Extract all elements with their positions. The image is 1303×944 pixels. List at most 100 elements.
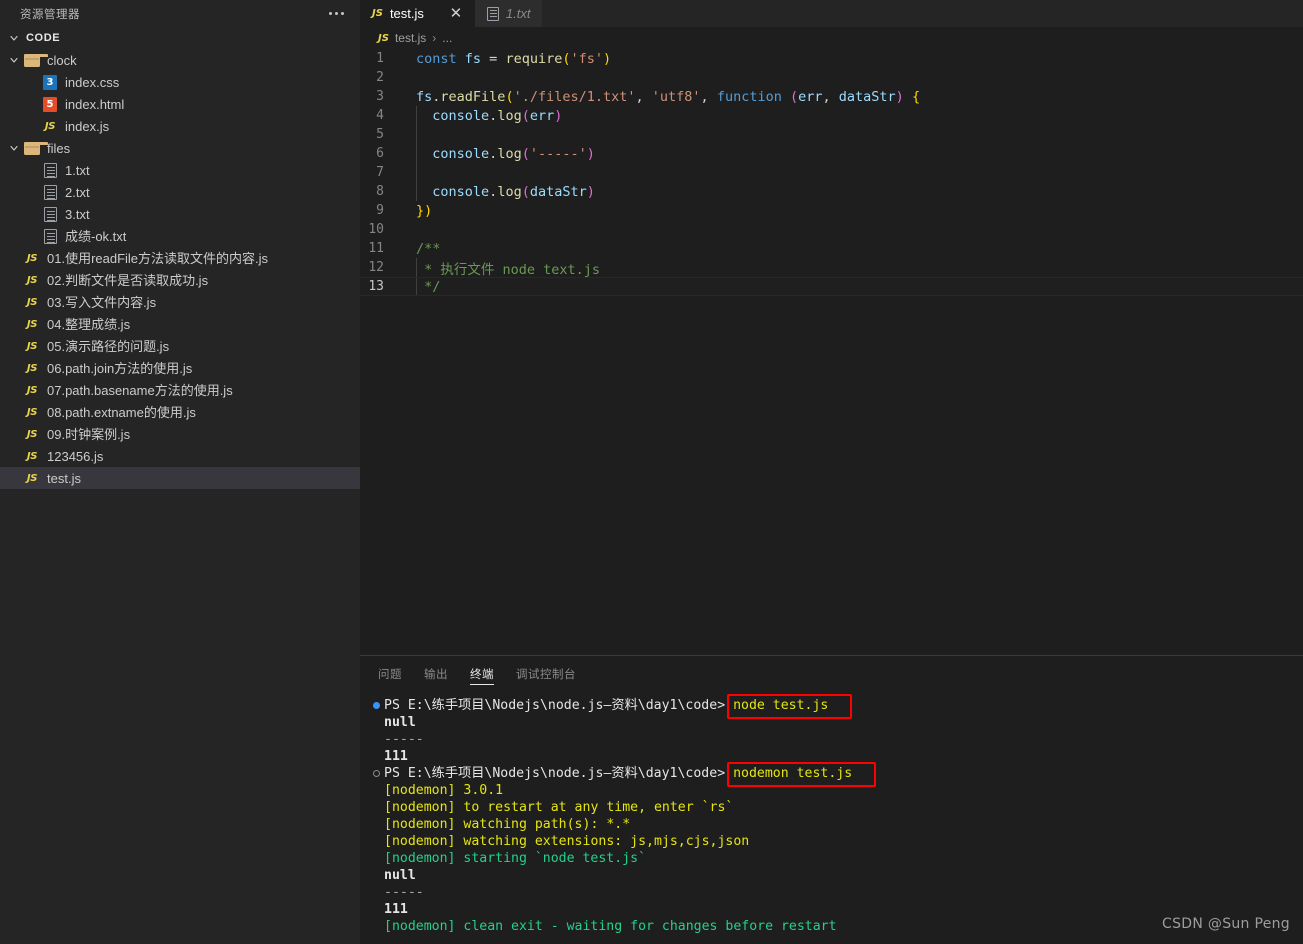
code-line[interactable]: 6 console.log('-----'): [360, 144, 1303, 163]
code-editor[interactable]: 1 const fs = require('fs') 2 3 fs.readFile('…: [360, 49, 1303, 655]
terminal-line-content: 111: [384, 748, 408, 765]
file-icon-slot: JS: [22, 429, 42, 440]
editor-tab[interactable]: JS test.js ✕: [360, 0, 475, 27]
file-tree-item[interactable]: JS 123456.js: [0, 445, 360, 467]
panel-tab[interactable]: 输出: [424, 656, 448, 691]
chevron-right-icon: ›: [432, 31, 437, 45]
code-line[interactable]: 11 /**: [360, 239, 1303, 258]
file-tree-item[interactable]: JS index.js: [0, 115, 360, 137]
file-icon-slot: JS: [40, 121, 60, 132]
terminal-text: -----: [384, 885, 424, 900]
editor-tab[interactable]: 1.txt: [474, 0, 543, 27]
code-token: (: [521, 145, 530, 162]
terminal-line-marker: [368, 702, 384, 709]
file-tree-item-label: 3.txt: [65, 206, 90, 222]
code-line[interactable]: 4 console.log(err): [360, 106, 1303, 125]
terminal-text: to restart at any time, enter `rs`: [463, 800, 734, 815]
code-token: './files/1.txt': [513, 88, 636, 105]
js-file-icon: JS: [378, 32, 389, 44]
terminal-command-name: node test.js: [733, 698, 829, 713]
terminal-line-content: [nodemon] watching extensions: js,mjs,cj…: [384, 833, 749, 850]
explorer-root-folder[interactable]: CODE: [0, 27, 360, 49]
file-tree-item[interactable]: 2.txt: [0, 181, 360, 203]
file-tree-item[interactable]: 成绩-ok.txt: [0, 225, 360, 247]
code-token: const: [416, 50, 465, 67]
html-file-icon: 5: [43, 96, 57, 112]
code-token: log: [497, 107, 522, 124]
file-tree-item[interactable]: JS 06.path.join方法的使用.js: [0, 357, 360, 379]
file-tree-item[interactable]: files: [0, 137, 360, 159]
terminal-line-content: [nodemon] clean exit - waiting for chang…: [384, 918, 837, 935]
command-success-dot-icon: [372, 702, 380, 709]
code-line[interactable]: 7: [360, 163, 1303, 182]
code-line[interactable]: 13 */: [360, 277, 1303, 296]
code-token: */: [416, 278, 441, 295]
file-tree-item[interactable]: JS 07.path.basename方法的使用.js: [0, 379, 360, 401]
close-icon[interactable]: ✕: [449, 6, 463, 21]
terminal-line-content: 111: [384, 901, 408, 918]
panel-tab[interactable]: 调试控制台: [516, 656, 576, 691]
explorer-title: 资源管理器: [20, 6, 80, 21]
chevron-down-icon: [6, 30, 22, 46]
breadcrumb-file[interactable]: test.js: [395, 31, 426, 45]
code-line[interactable]: 9}): [360, 201, 1303, 220]
code-token: require: [505, 50, 563, 67]
file-tree-item-label: files: [47, 140, 71, 156]
js-file-icon: JS: [26, 340, 38, 352]
panel-tab[interactable]: 终端: [470, 656, 494, 691]
chevron-down-icon[interactable]: [6, 52, 22, 68]
file-icon-slot: JS: [22, 473, 42, 484]
chevron-down-icon[interactable]: [6, 140, 22, 156]
file-tree-item[interactable]: JS 04.整理成绩.js: [0, 313, 360, 335]
file-icon-slot: JS: [22, 319, 42, 330]
code-line[interactable]: 12 * 执行文件 node text.js: [360, 258, 1303, 278]
terminal-text: null: [384, 868, 416, 883]
terminal-line-content: [nodemon] 3.0.1: [384, 782, 503, 799]
terminal-line: null: [360, 714, 1303, 731]
css-file-icon: 3: [43, 74, 57, 90]
file-tree-item[interactable]: 5 index.html: [0, 93, 360, 115]
file-tree-item[interactable]: JS test.js: [0, 467, 360, 489]
code-line[interactable]: 8 console.log(dataStr): [360, 182, 1303, 201]
text-file-icon: [43, 184, 57, 200]
file-tree-item[interactable]: 1.txt: [0, 159, 360, 181]
code-line[interactable]: 10: [360, 220, 1303, 239]
file-tree-item[interactable]: 3.txt: [0, 203, 360, 225]
code-token: ): [586, 183, 595, 200]
code-line[interactable]: 3 fs.readFile('./files/1.txt', 'utf8', fu…: [360, 87, 1303, 106]
file-tree-item[interactable]: JS 09.时钟案例.js: [0, 423, 360, 445]
file-tree-item[interactable]: clock: [0, 49, 360, 71]
breadcrumb-rest[interactable]: ...: [442, 31, 452, 45]
terminal-line: [nodemon] to restart at any time, enter …: [360, 799, 1303, 816]
file-tree-item-label: index.js: [65, 118, 110, 134]
terminal-line: 111: [360, 748, 1303, 765]
code-line[interactable]: 2: [360, 68, 1303, 87]
file-tree-item[interactable]: JS 02.判断文件是否读取成功.js: [0, 269, 360, 291]
file-tree-item[interactable]: JS 01.使用readFile方法读取文件的内容.js: [0, 247, 360, 269]
explorer-header: 资源管理器: [0, 0, 360, 27]
js-file-icon: JS: [26, 406, 38, 418]
terminal-line: PS E:\练手项目\Nodejs\node.js—资料\day1\code> …: [360, 765, 1303, 782]
code-token: err: [798, 88, 823, 105]
terminal-output[interactable]: PS E:\练手项目\Nodejs\node.js—资料\day1\code> …: [360, 691, 1303, 935]
ellipsis-icon[interactable]: [327, 8, 346, 19]
indent-guide: [416, 163, 417, 182]
file-tree-item[interactable]: 3 index.css: [0, 71, 360, 93]
code-line[interactable]: 1 const fs = require('fs'): [360, 49, 1303, 68]
file-tree-item[interactable]: JS 03.写入文件内容.js: [0, 291, 360, 313]
code-line[interactable]: 5: [360, 125, 1303, 144]
panel-tab[interactable]: 问题: [378, 656, 402, 691]
bottom-panel: 问题 输出 终端 调试控制台 PS E:\练手项目\Nodejs\node.js—资料…: [360, 655, 1303, 944]
explorer-sidebar: 资源管理器 CODE clock 3 index.css 5 index.html JS i…: [0, 0, 360, 944]
file-tree-item[interactable]: JS 08.path.extname的使用.js: [0, 401, 360, 423]
terminal-line-content: [nodemon] to restart at any time, enter …: [384, 799, 733, 816]
file-icon-slot: 3: [40, 74, 60, 90]
file-tree-item[interactable]: JS 05.演示路径的问题.js: [0, 335, 360, 357]
code-token: console: [432, 107, 490, 124]
